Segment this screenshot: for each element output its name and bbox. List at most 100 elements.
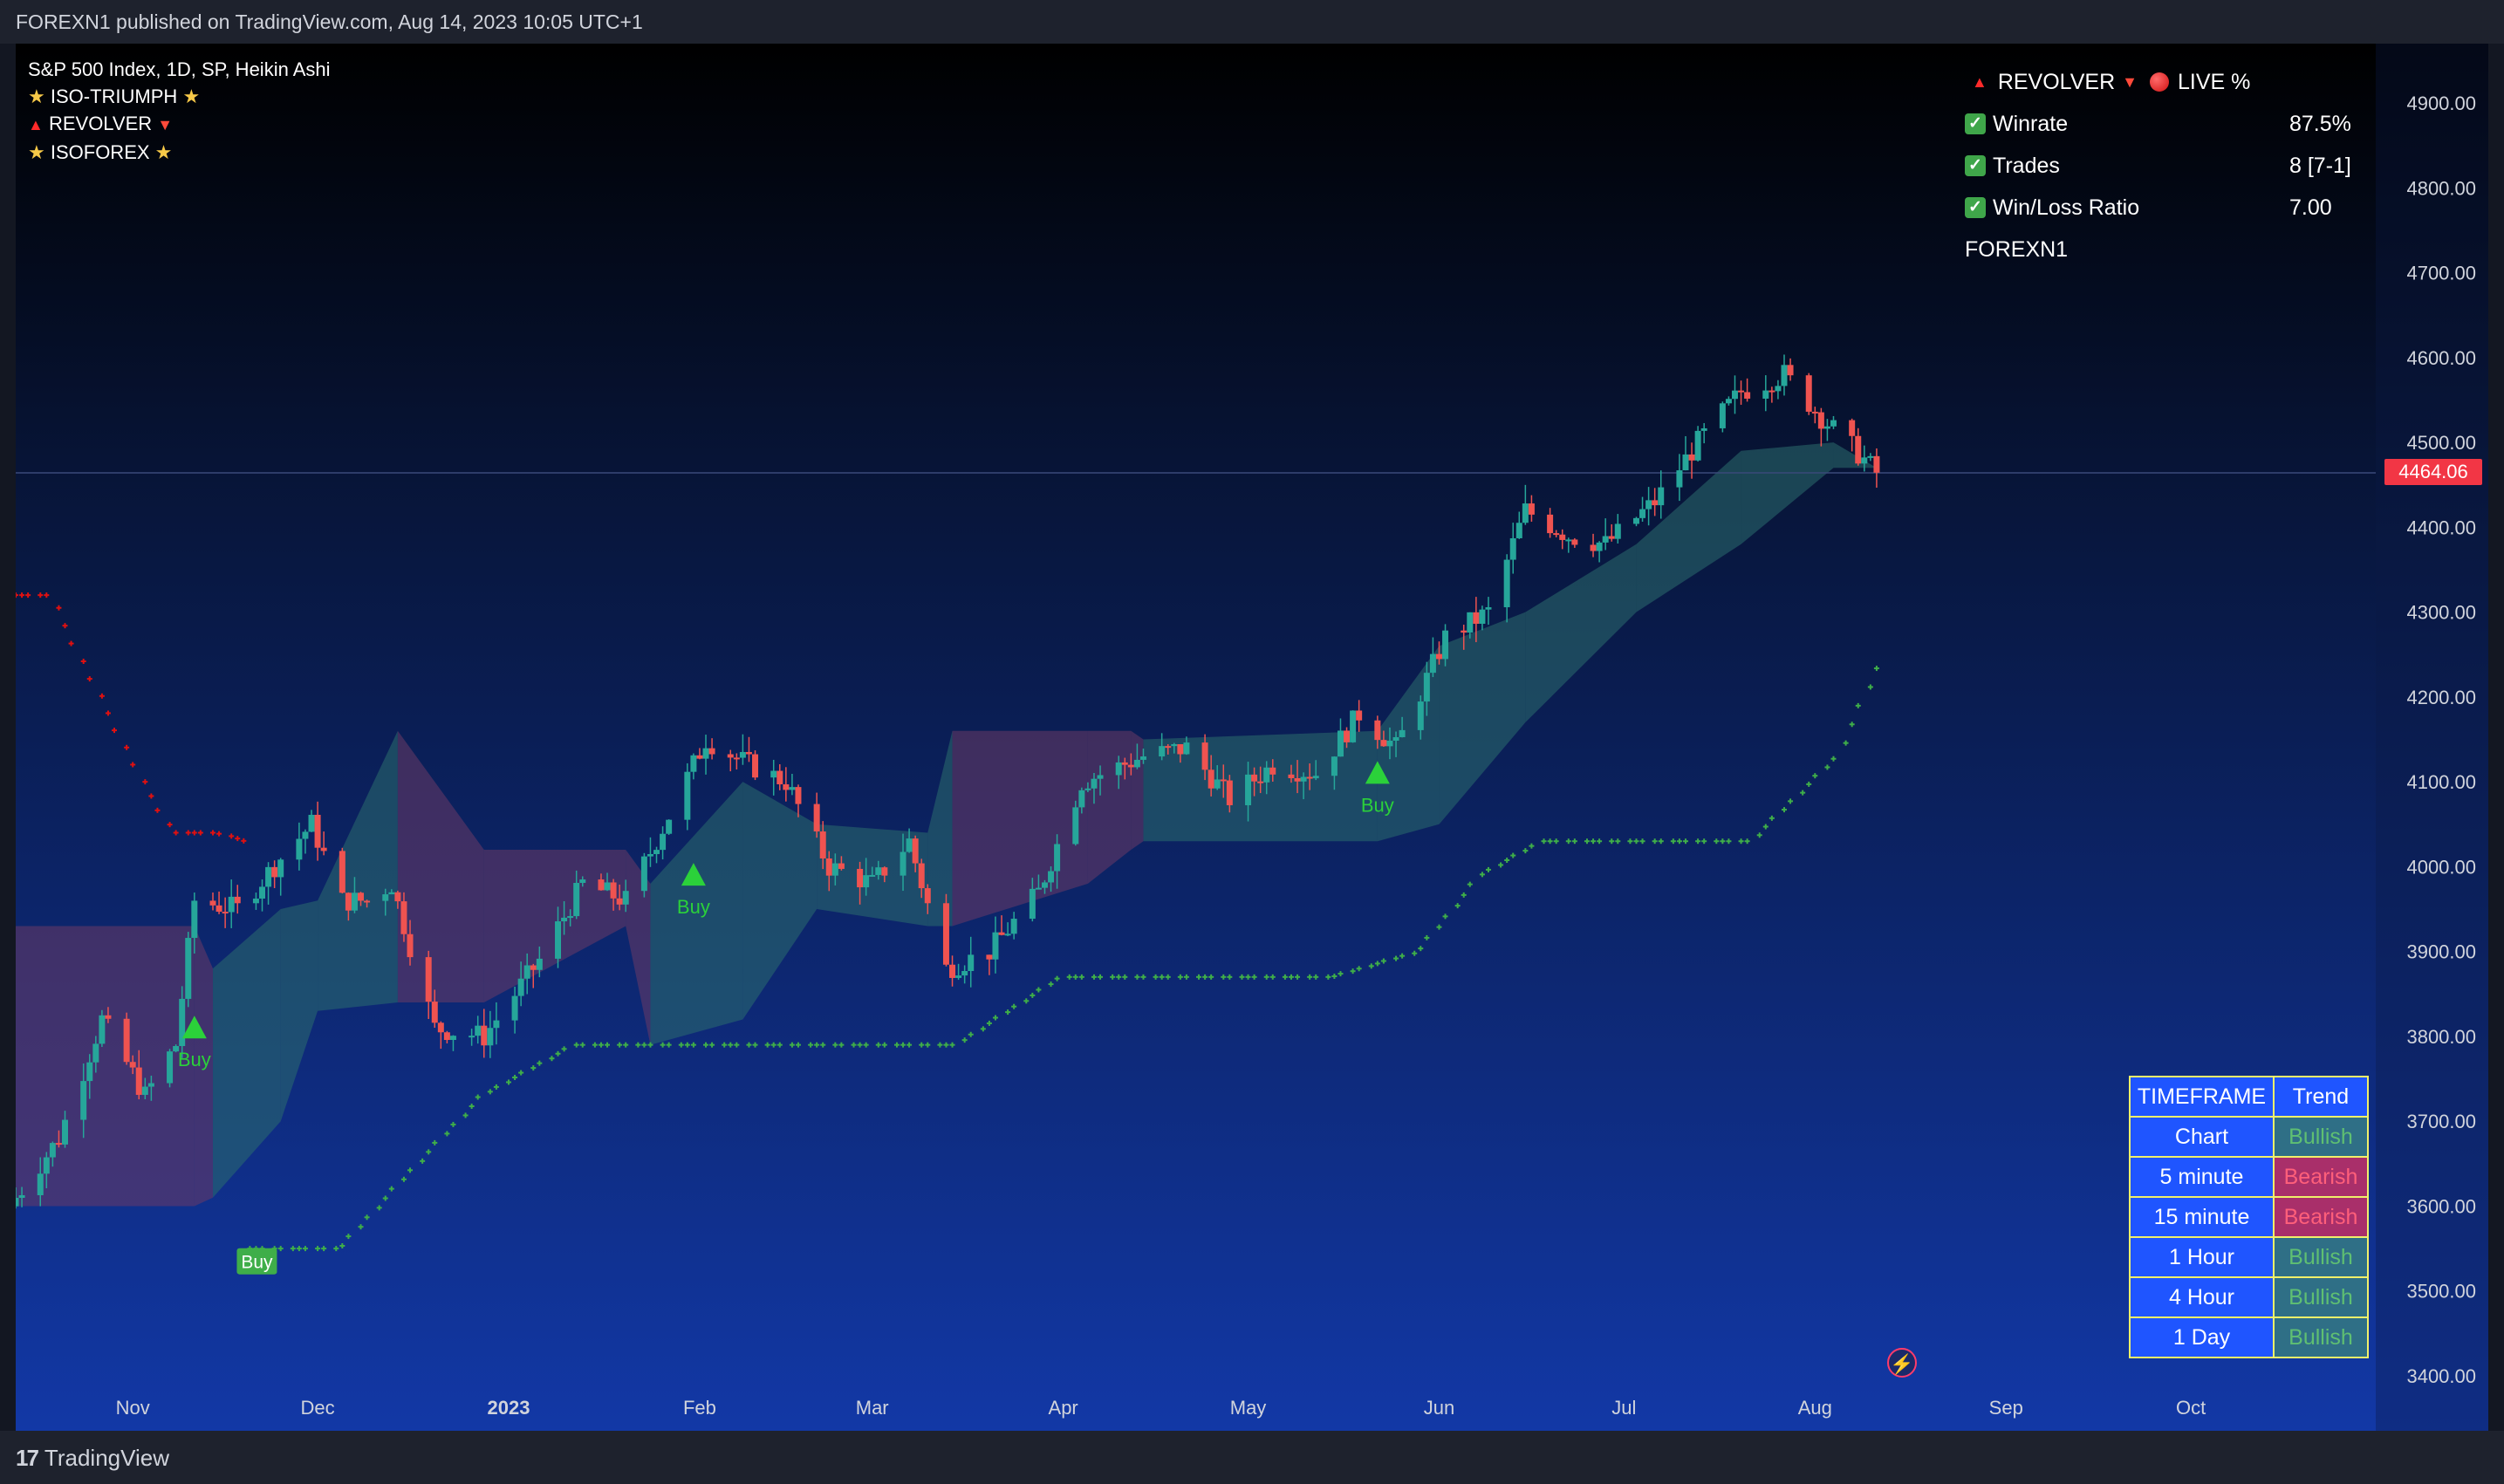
candle-bullish — [660, 833, 667, 851]
buy-signal-label: Buy — [241, 1253, 273, 1273]
candle-bullish — [1429, 653, 1436, 674]
candle-bearish — [123, 1018, 130, 1063]
timeframe-cell: 1 Day — [2129, 1316, 2275, 1358]
candle-bullish — [1596, 542, 1603, 551]
candle-bullish — [493, 1020, 500, 1029]
candle-bullish — [1522, 503, 1529, 523]
candle-bullish — [16, 1198, 19, 1207]
timeframe-cell: 1 Hour — [2129, 1236, 2275, 1278]
candle-bullish — [147, 1083, 154, 1087]
candle-bearish — [1528, 503, 1535, 515]
candle-bullish — [1386, 741, 1393, 747]
candle-bullish — [469, 1036, 475, 1038]
price-tick-label: 4200.00 — [2406, 687, 2476, 708]
price-tick-label: 3600.00 — [2406, 1195, 2476, 1217]
candle-bearish — [1226, 780, 1233, 805]
tradingview-logo[interactable]: 17 TradingView — [16, 1445, 169, 1472]
stats-value: 8 [7-1] — [2289, 153, 2351, 178]
candle-bullish — [487, 1028, 494, 1046]
trend-cell: Bullish — [2273, 1116, 2369, 1158]
candle-bearish — [825, 858, 832, 876]
time-tick-label: Dec — [301, 1397, 335, 1419]
candle-bullish — [1078, 790, 1085, 808]
candle-bullish — [86, 1062, 93, 1082]
candle-bullish — [1781, 365, 1788, 386]
candle-bullish — [666, 819, 673, 834]
timeframe-cell: Chart — [2129, 1116, 2275, 1158]
stats-value: 87.5% — [2289, 111, 2351, 136]
candle-bearish — [345, 892, 352, 911]
candle-bearish — [1769, 390, 1775, 393]
candle-bullish — [37, 1173, 44, 1195]
candle-bullish — [1762, 390, 1769, 399]
candle-bearish — [942, 903, 949, 965]
stats-label: Win/Loss Ratio — [1993, 195, 2140, 220]
candle-bullish — [1775, 386, 1782, 392]
candle-bullish — [179, 998, 186, 1047]
candle-bearish — [857, 868, 864, 888]
candle-bearish — [1553, 533, 1560, 536]
candle-bearish — [1288, 774, 1295, 779]
candle-bullish — [1392, 736, 1399, 742]
candle-bullish — [567, 916, 574, 919]
candle-bullish — [690, 755, 697, 772]
candle-bullish — [43, 1157, 50, 1174]
price-tick-label: 4400.00 — [2406, 516, 2476, 538]
candle-bearish — [1608, 536, 1615, 539]
symbol-title: S&P 500 Index, 1D, SP, Heikin Ashi — [28, 58, 331, 80]
table-row: 15 minute Bearish — [2129, 1196, 2369, 1238]
price-tick-label: 4100.00 — [2406, 771, 2476, 793]
candle-bullish — [1029, 888, 1036, 920]
time-tick-label: Aug — [1798, 1397, 1832, 1419]
price-tick-label: 4800.00 — [2406, 177, 2476, 199]
candle-bullish — [536, 958, 543, 970]
candle-bullish — [1035, 887, 1042, 890]
candle-bullish — [308, 814, 315, 832]
time-tick-label: Sep — [1989, 1397, 2023, 1419]
candle-bullish — [1645, 500, 1652, 509]
time-tick-label: Nov — [116, 1397, 150, 1419]
stats-row-winloss: ✓ Win/Loss Ratio 7.00 — [1965, 187, 2375, 229]
candle-bullish — [1300, 776, 1307, 782]
candle-bearish — [696, 755, 703, 759]
candle-bearish — [813, 804, 820, 832]
candle-bullish — [1041, 882, 1048, 888]
candle-bearish — [912, 838, 919, 864]
legend-item-revolver[interactable]: ▲ REVOLVER ▼ — [28, 110, 331, 139]
stats-title-row: ▲ REVOLVER ▼ LIVE % — [1965, 61, 2375, 103]
legend-item-iso-triumph[interactable]: ★ ISO-TRIUMPH ★ — [28, 83, 331, 110]
candle-bullish — [1639, 509, 1646, 518]
trend-cell: Bullish — [2273, 1236, 2369, 1278]
table-row: 4 Hour Bullish — [2129, 1276, 2369, 1318]
check-icon: ✓ — [1965, 197, 1986, 218]
last-price-label: 4464.06 — [2384, 459, 2482, 485]
candle-bullish — [388, 892, 395, 895]
stats-author-row: FOREXN1 — [1965, 229, 2375, 270]
triangle-down-icon: ▼ — [157, 116, 174, 133]
lightning-icon[interactable]: ⚡ — [1887, 1348, 1917, 1378]
candle-bullish — [906, 838, 913, 852]
trend-cell: Bullish — [2273, 1316, 2369, 1358]
candle-bearish — [924, 888, 931, 904]
legend-item-isoforex[interactable]: ★ ISOFOREX ★ — [28, 139, 331, 166]
time-tick-label: Apr — [1049, 1397, 1078, 1419]
candle-bullish — [1084, 788, 1091, 790]
candle-bullish — [1245, 774, 1252, 805]
stats-live-label: LIVE % — [2177, 69, 2251, 94]
candle-bullish — [1171, 744, 1178, 747]
table-header-timeframe: TIMEFRAME — [2129, 1076, 2275, 1118]
price-tick-label: 4300.00 — [2406, 602, 2476, 624]
candle-bullish — [92, 1043, 99, 1063]
candle-bearish — [481, 1025, 488, 1046]
table-row: 1 Hour Bullish — [2129, 1236, 2369, 1278]
candle-bearish — [443, 1032, 450, 1040]
candle-bullish — [1159, 746, 1166, 757]
candle-bearish — [1177, 744, 1184, 755]
candle-bullish — [185, 938, 192, 999]
candle-bullish — [770, 770, 777, 778]
candle-bullish — [1004, 933, 1011, 936]
candle-bullish — [640, 856, 647, 892]
candle-bullish — [1614, 523, 1621, 539]
candle-bullish — [302, 831, 309, 839]
candle-bearish — [1201, 742, 1208, 770]
